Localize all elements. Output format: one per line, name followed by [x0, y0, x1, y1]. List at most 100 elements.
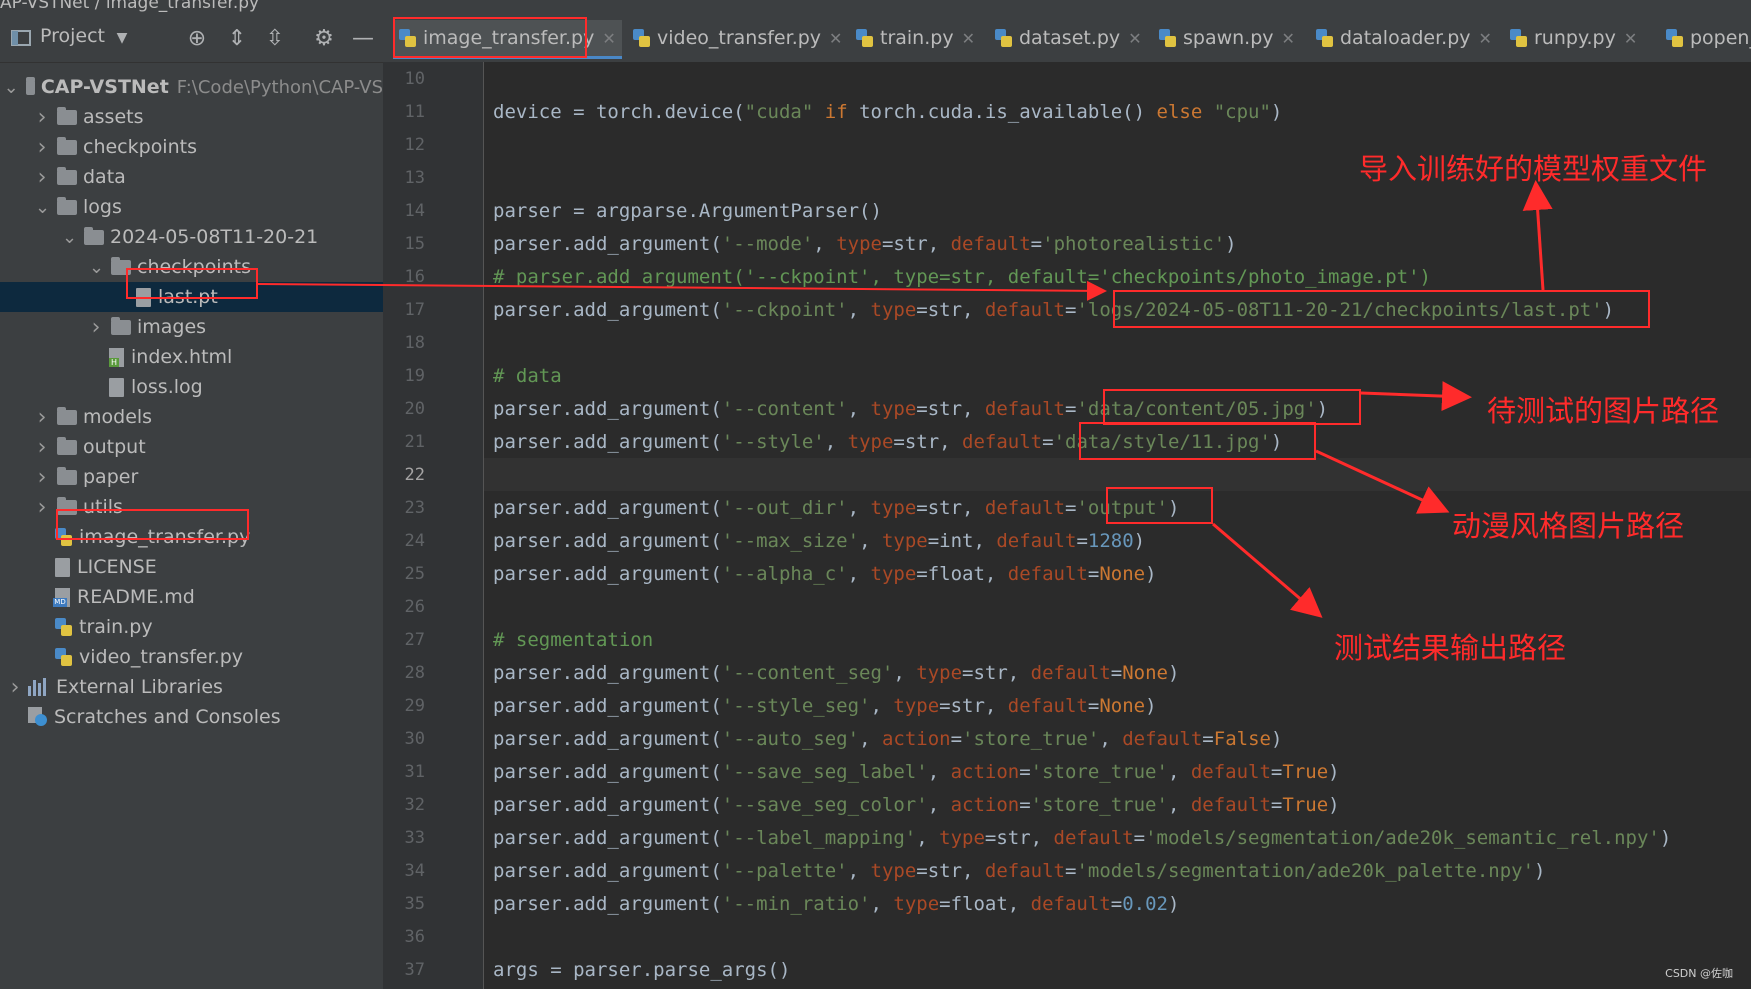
- close-icon[interactable]: ✕: [829, 29, 842, 48]
- tree-item-cap-vstnet[interactable]: ⌄ CAP-VSTNet F:\Code\Python\CAP-VS: [0, 72, 383, 102]
- collapse-all-icon[interactable]: ⇳: [262, 24, 288, 52]
- python-file-icon: [633, 28, 651, 48]
- highlight-box-tab: [393, 17, 587, 58]
- tab-label: dataset.py: [1019, 27, 1121, 49]
- expand-all-icon[interactable]: ⇕: [224, 24, 250, 52]
- close-icon[interactable]: ✕: [1624, 29, 1637, 48]
- code-token: action: [950, 794, 1020, 816]
- line-number: 18: [404, 333, 425, 353]
- code-token: parser = argparse.ArgumentParser(): [493, 200, 882, 222]
- code-token: =: [1042, 431, 1054, 453]
- chevron-right-icon[interactable]: ›: [35, 495, 49, 520]
- code-token: ,: [1167, 794, 1191, 816]
- chevron-right-icon[interactable]: ›: [8, 675, 22, 700]
- gear-icon[interactable]: ⚙: [311, 24, 337, 52]
- code-token: ): [1225, 233, 1237, 255]
- locate-icon[interactable]: ⊕: [184, 24, 210, 52]
- code-token: parser.add_argument(: [493, 860, 722, 882]
- chevron-right-icon[interactable]: ›: [35, 465, 49, 490]
- code-token: =str,: [916, 398, 985, 420]
- tree-item-label: 2024-05-08T11-20-21: [110, 226, 319, 248]
- code-token: args = parser.parse_args(): [493, 959, 791, 981]
- chevron-right-icon[interactable]: ›: [35, 405, 49, 430]
- code-token: parser.add_argument(: [493, 827, 722, 849]
- tab-runpy-py[interactable]: runpy.py ✕: [1504, 20, 1643, 56]
- tab-spawn-py[interactable]: spawn.py ✕: [1153, 20, 1301, 56]
- line-number: 23: [404, 498, 425, 518]
- tab-dataloader-py[interactable]: dataloader.py ✕: [1310, 20, 1498, 56]
- code-token: parser.add_argument(: [493, 530, 722, 552]
- code-token: # parser.add_argument('--ckpoint', type=…: [493, 266, 1431, 288]
- code-token: default: [962, 431, 1043, 453]
- close-icon[interactable]: ✕: [1128, 29, 1141, 48]
- tree-item-scratches-and-consoles[interactable]: Scratches and Consoles: [0, 702, 383, 732]
- tab-popen-[interactable]: popen_: [1660, 20, 1751, 56]
- line-number: 10: [404, 69, 425, 89]
- code-token: '--out_dir': [721, 497, 848, 519]
- hide-panel-icon[interactable]: —: [350, 24, 376, 52]
- line-number: 17: [404, 300, 425, 320]
- tab-video-transfer-py[interactable]: video_transfer.py ✕: [627, 20, 848, 56]
- tree-item-2024-05-08t11-20-21[interactable]: ⌄ 2024-05-08T11-20-21: [0, 222, 383, 252]
- code-token: =: [950, 728, 963, 750]
- python-file-icon: [1666, 28, 1684, 48]
- project-view-icon[interactable]: [10, 24, 32, 52]
- tree-item-paper[interactable]: › paper: [0, 462, 383, 492]
- tree-item-label: train.py: [79, 616, 153, 638]
- chevron-right-icon[interactable]: ›: [35, 165, 49, 190]
- python-file-icon: [1159, 28, 1177, 48]
- chevron-right-icon[interactable]: ›: [35, 105, 49, 130]
- line-number: 22: [404, 465, 425, 485]
- annotation-style: 动漫风格图片路径: [1452, 509, 1685, 543]
- folder-icon: [25, 76, 35, 95]
- annotation-weights: 导入训练好的模型权重文件: [1359, 152, 1708, 186]
- chevron-down-icon[interactable]: ⌄: [62, 227, 77, 248]
- tree-item-label: data: [83, 166, 126, 188]
- tree-item-label: models: [83, 406, 153, 428]
- tree-item-license[interactable]: LICENSE: [0, 552, 383, 582]
- chevron-down-icon[interactable]: ⌄: [35, 197, 50, 218]
- project-panel-title[interactable]: Project: [40, 25, 105, 47]
- close-icon[interactable]: ✕: [1479, 29, 1492, 48]
- chevron-down-icon[interactable]: ⌄: [89, 257, 104, 278]
- line-number: 19: [404, 366, 425, 386]
- tree-item-models[interactable]: › models: [0, 402, 383, 432]
- line-number: 32: [404, 795, 425, 815]
- chevron-right-icon[interactable]: ›: [89, 315, 103, 340]
- line-number: 11: [404, 102, 425, 122]
- chevron-down-icon[interactable]: ▼: [112, 24, 132, 52]
- chevron-down-icon[interactable]: ⌄: [4, 77, 19, 98]
- tree-item-checkpoints[interactable]: › checkpoints: [0, 132, 383, 162]
- tab-train-py[interactable]: train.py ✕: [850, 20, 981, 56]
- code-token: '--alpha_c': [721, 563, 848, 585]
- project-panel-header: Project ▼ ⊕ ⇕ ⇳ ⚙ —: [0, 14, 383, 63]
- chevron-right-icon[interactable]: ›: [35, 135, 49, 160]
- folder-icon: [57, 196, 77, 215]
- code-token: =: [1110, 893, 1123, 915]
- close-icon[interactable]: ✕: [602, 29, 615, 48]
- tree-item-train-py[interactable]: train.py: [0, 612, 383, 642]
- tree-item-video-transfer-py[interactable]: video_transfer.py: [0, 642, 383, 672]
- close-icon[interactable]: ✕: [1282, 29, 1295, 48]
- tree-item-output[interactable]: › output: [0, 432, 383, 462]
- highlight-box-style: [1079, 422, 1316, 460]
- tree-item-external-libraries[interactable]: › External Libraries: [0, 672, 383, 702]
- tree-item-assets[interactable]: › assets: [0, 102, 383, 132]
- line-number: 29: [404, 696, 425, 716]
- folder-icon: [57, 166, 77, 185]
- code-token: =str,: [881, 233, 951, 255]
- highlight-box-ckpoint: [1113, 290, 1650, 328]
- tree-item-images[interactable]: › images: [0, 312, 383, 342]
- code-token: action: [881, 728, 951, 750]
- tree-item-logs[interactable]: ⌄ logs: [0, 192, 383, 222]
- chevron-right-icon[interactable]: ›: [35, 435, 49, 460]
- tree-item-loss-log[interactable]: loss.log: [0, 372, 383, 402]
- tree-item-readme-md[interactable]: README.md: [0, 582, 383, 612]
- html-file-icon: [109, 347, 124, 367]
- tree-item-data[interactable]: › data: [0, 162, 383, 192]
- file-icon: [109, 377, 124, 397]
- close-icon[interactable]: ✕: [962, 29, 975, 48]
- tree-item-index-html[interactable]: index.html: [0, 342, 383, 372]
- tab-dataset-py[interactable]: dataset.py ✕: [989, 20, 1148, 56]
